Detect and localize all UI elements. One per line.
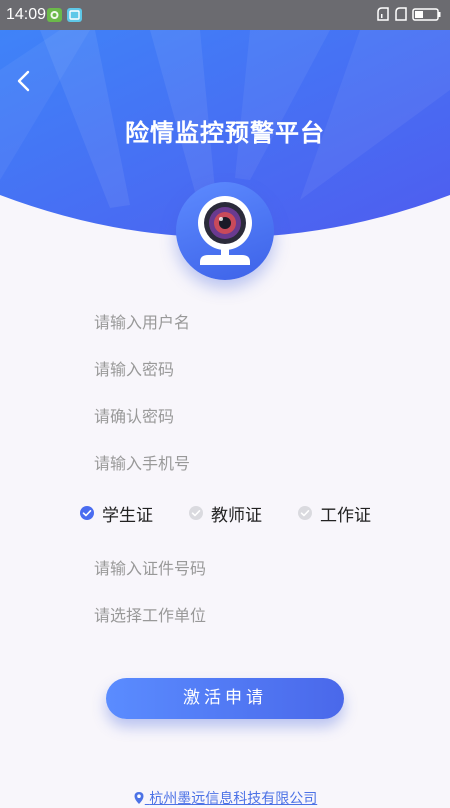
location-pin-icon [133, 791, 149, 807]
radio-label: 学生证 [102, 505, 153, 526]
activate-apply-button[interactable]: 激活申请 [106, 678, 344, 719]
password-input[interactable] [94, 354, 374, 384]
username-input[interactable] [94, 307, 374, 337]
radio-student-id[interactable]: 学生证 [80, 500, 153, 526]
work-unit-select[interactable] [94, 600, 374, 630]
camera-icon [176, 196, 274, 284]
signal-icon [394, 6, 408, 26]
status-time: 14:09 [6, 6, 47, 23]
company-name: 杭州墨远信息科技有限公司 [149, 791, 318, 807]
battery-icon [412, 6, 442, 26]
radio-unchecked-icon [189, 506, 203, 520]
app-notification-icon [47, 8, 62, 22]
status-bar: 14:09 [0, 0, 450, 30]
id-number-input[interactable] [94, 553, 374, 583]
page-title: 险情监控预警平台 [125, 119, 325, 147]
radio-checked-icon [80, 506, 94, 520]
app-notification-icon [67, 8, 82, 22]
back-button[interactable] [10, 66, 40, 96]
footer-company[interactable]: 杭州墨远信息科技有限公司 [0, 788, 450, 808]
radio-teacher-id[interactable]: 教师证 [189, 500, 262, 526]
status-right [376, 6, 442, 26]
avatar [176, 182, 274, 280]
radio-label: 工作证 [320, 505, 371, 526]
phone-input[interactable] [94, 448, 374, 478]
signal-icon [376, 6, 390, 26]
confirm-password-input[interactable] [94, 401, 374, 431]
radio-label: 教师证 [211, 505, 262, 526]
radio-unchecked-icon [298, 506, 312, 520]
id-type-selector: 学生证 教师证 工作证 [0, 500, 450, 526]
radio-work-id[interactable]: 工作证 [298, 500, 371, 526]
